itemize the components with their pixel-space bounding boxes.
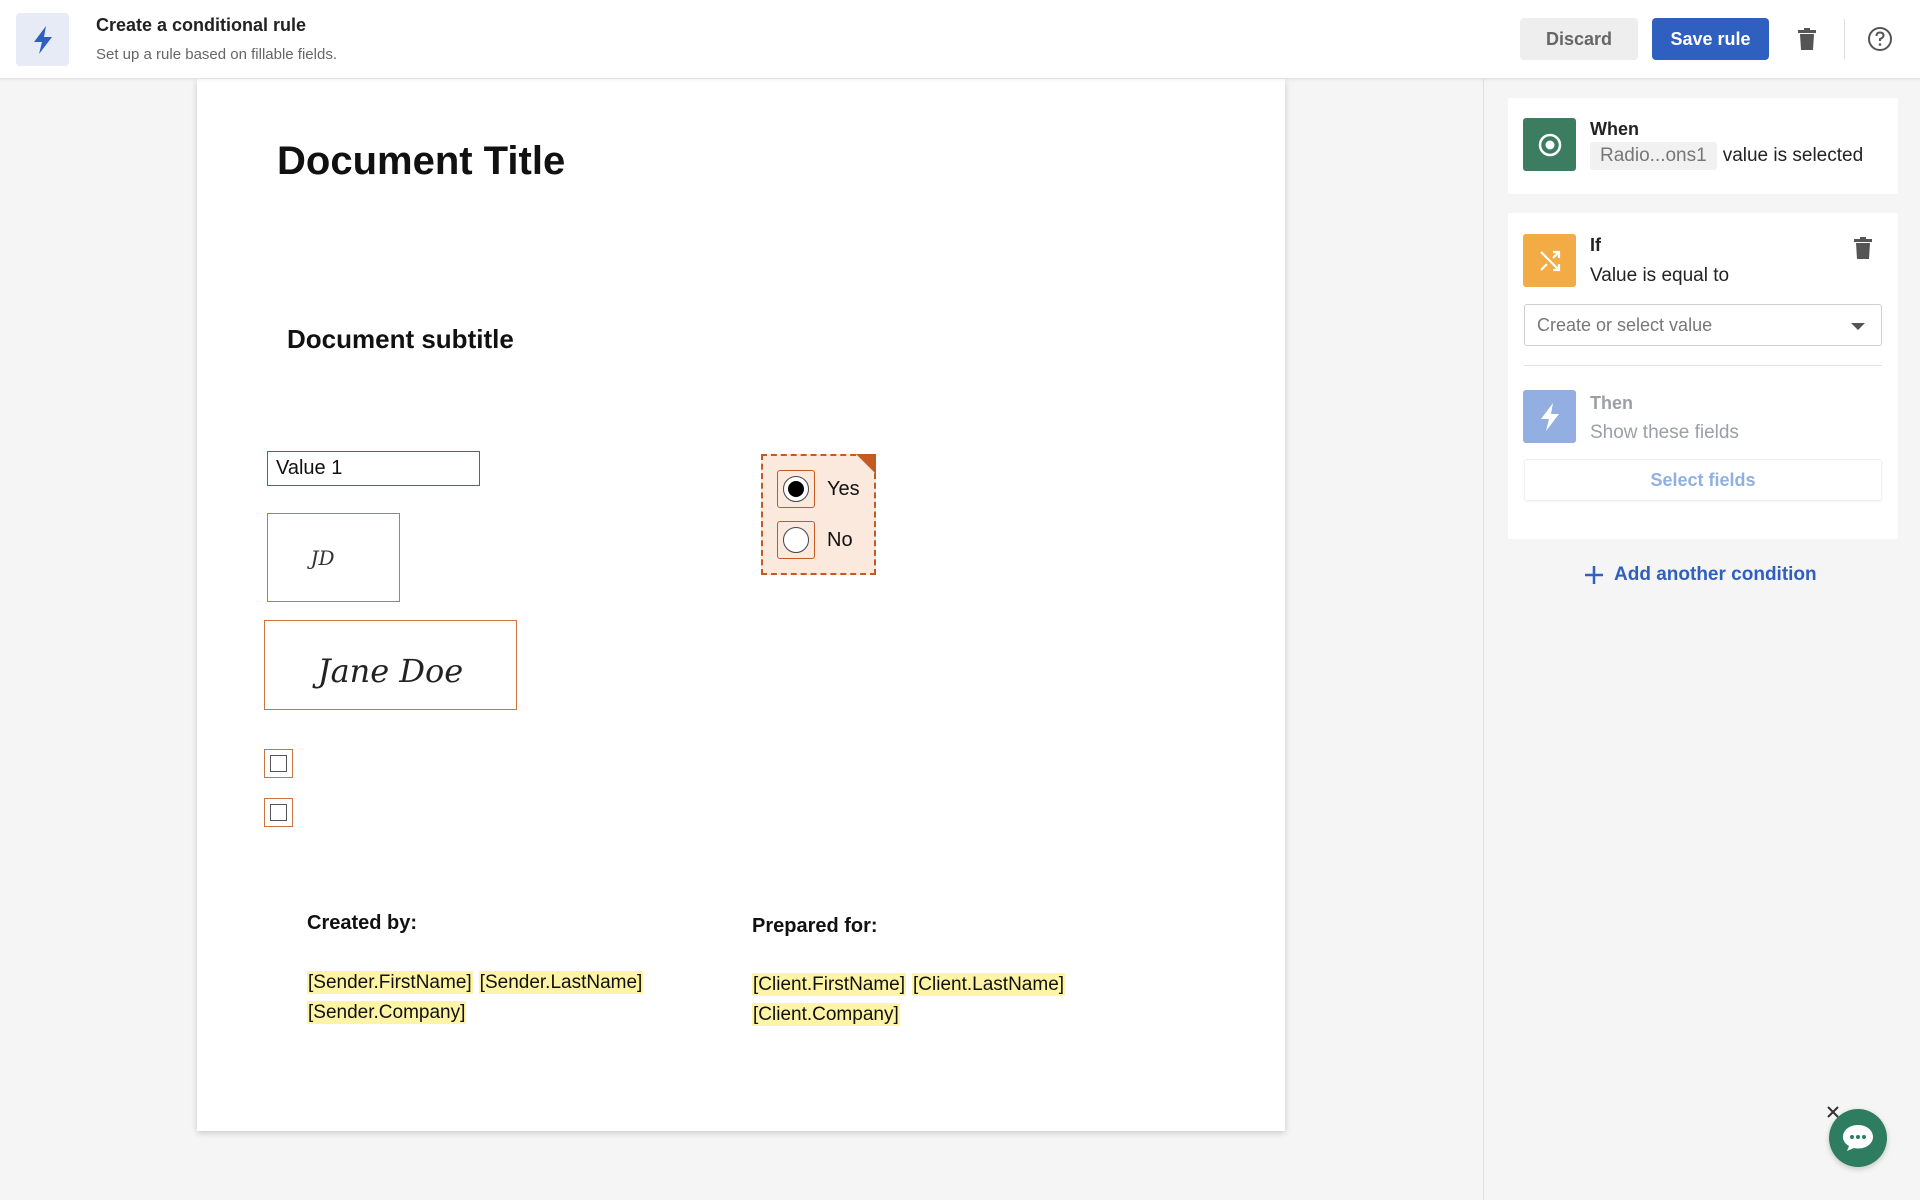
document-title: Document Title — [277, 139, 566, 183]
top-bar: Create a conditional rule Set up a rule … — [0, 0, 1920, 79]
page-title: Create a conditional rule — [96, 15, 307, 35]
radio-field-frame — [777, 470, 815, 508]
add-condition-label: Add another condition — [1614, 564, 1817, 585]
initials-field[interactable]: JD — [267, 513, 400, 602]
lightning-icon — [1523, 390, 1576, 443]
discard-button[interactable]: Discard — [1520, 18, 1638, 60]
signature-field[interactable]: Jane Doe — [264, 620, 517, 710]
select-fields-button[interactable]: Select fields — [1524, 459, 1882, 501]
text-field[interactable]: Value 1 — [267, 451, 480, 486]
checkbox-inner — [270, 755, 287, 772]
when-title: When — [1590, 119, 1639, 139]
chat-bubble-icon — [1843, 1125, 1873, 1151]
header-divider — [1844, 19, 1845, 59]
radio-label: No — [827, 528, 853, 551]
lightning-icon — [16, 13, 69, 66]
token-sender-firstname: [Sender.FirstName] — [307, 971, 473, 994]
sender-placeholder-tokens: [Sender.FirstName] [Sender.LastName] [Sen… — [307, 968, 707, 1028]
if-title: If — [1590, 235, 1601, 255]
help-icon[interactable] — [1866, 25, 1894, 53]
checkbox-field-1[interactable] — [264, 749, 293, 778]
shuffle-icon — [1523, 234, 1576, 287]
delete-condition-icon[interactable] — [1854, 237, 1872, 264]
created-by-label: Created by: — [307, 912, 418, 934]
radio-option-yes[interactable]: Yes — [777, 470, 860, 508]
radio-circle — [783, 527, 809, 553]
when-condition: Radio...ons1 value is selected — [1590, 142, 1863, 170]
checkbox-inner — [270, 804, 287, 821]
add-another-condition-button[interactable]: Add another condition — [1584, 564, 1817, 586]
radio-target-icon — [1523, 118, 1576, 171]
card-divider — [1524, 365, 1882, 366]
token-client-firstname: [Client.FirstName] — [752, 973, 907, 996]
value-select-placeholder: Create or select value — [1537, 315, 1713, 335]
radio-field-frame — [777, 521, 815, 559]
signature-text: Jane Doe — [317, 652, 464, 690]
document-subtitle: Document subtitle — [287, 324, 514, 354]
checkbox-field-2[interactable] — [264, 798, 293, 827]
if-then-card: If Value is equal to Create or select va… — [1508, 213, 1898, 539]
client-placeholder-tokens: [Client.FirstName] [Client.LastName] [Cli… — [752, 970, 1152, 1030]
value-select[interactable]: Create or select value — [1524, 304, 1882, 346]
save-rule-button[interactable]: Save rule — [1652, 18, 1769, 60]
then-title: Then — [1590, 393, 1633, 413]
initials-text: JD — [310, 545, 335, 570]
if-condition-text: Value is equal to — [1590, 265, 1730, 286]
radio-button-group[interactable]: Yes No — [761, 454, 876, 575]
plus-icon — [1585, 566, 1603, 584]
token-sender-lastname: [Sender.LastName] — [478, 971, 644, 994]
token-client-company: [Client.Company] — [752, 1003, 900, 1026]
prepared-for-label: Prepared for: — [752, 915, 878, 937]
chevron-down-icon — [1851, 323, 1865, 330]
then-action-text: Show these fields — [1590, 422, 1739, 443]
field-name-pill[interactable]: Radio...ons1 — [1590, 142, 1717, 170]
when-condition-text: value is selected — [1722, 145, 1864, 166]
radio-label: Yes — [827, 477, 860, 500]
radio-option-no[interactable]: No — [777, 521, 853, 559]
trash-icon[interactable] — [1793, 24, 1821, 54]
when-card: When Radio...ons1 value is selected — [1508, 98, 1898, 194]
token-client-lastname: [Client.LastName] — [912, 973, 1066, 996]
page-subtitle: Set up a rule based on fillable fields. — [96, 46, 337, 63]
radio-circle — [783, 476, 809, 502]
close-icon[interactable] — [1824, 1103, 1842, 1121]
rule-panel: When Radio...ons1 value is selected If Va… — [1483, 79, 1920, 1200]
radio-selected-dot — [788, 481, 804, 497]
token-sender-company: [Sender.Company] — [307, 1001, 467, 1024]
